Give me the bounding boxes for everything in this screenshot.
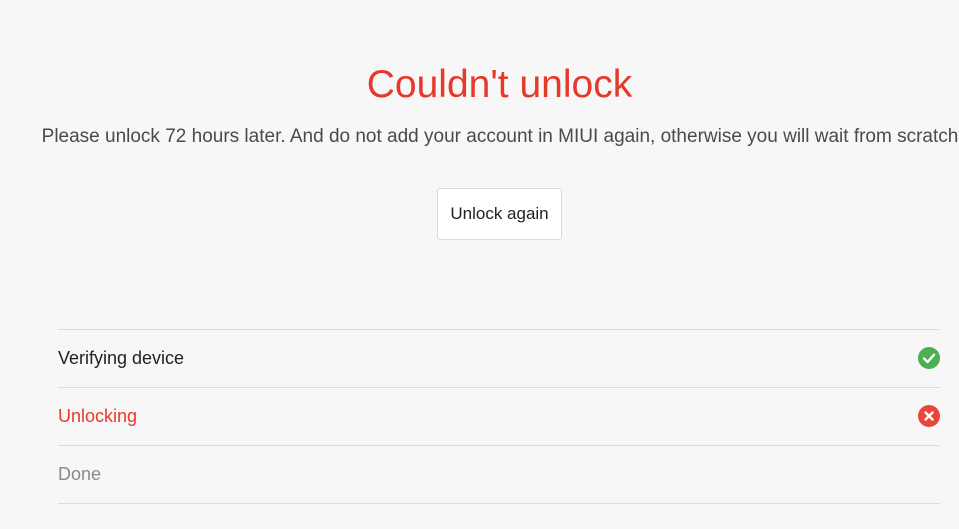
error-message: Please unlock 72 hours later. And do not… bbox=[41, 126, 959, 147]
step-label: Unlocking bbox=[58, 406, 138, 426]
step-unlocking: Unlocking bbox=[58, 388, 940, 446]
progress-steps: Verifying device Unlocking Done bbox=[58, 329, 940, 504]
step-verifying-device: Verifying device bbox=[58, 330, 940, 388]
x-circle-icon bbox=[918, 405, 940, 427]
step-done: Done bbox=[58, 446, 940, 504]
unlock-result-page: Couldn't unlock Please unlock 72 hours l… bbox=[0, 0, 959, 529]
page-title: Couldn't unlock bbox=[366, 63, 633, 106]
unlock-again-button[interactable]: Unlock again bbox=[437, 188, 562, 240]
check-circle-icon bbox=[918, 347, 940, 369]
step-label: Done bbox=[58, 464, 102, 484]
step-label: Verifying device bbox=[58, 348, 185, 368]
